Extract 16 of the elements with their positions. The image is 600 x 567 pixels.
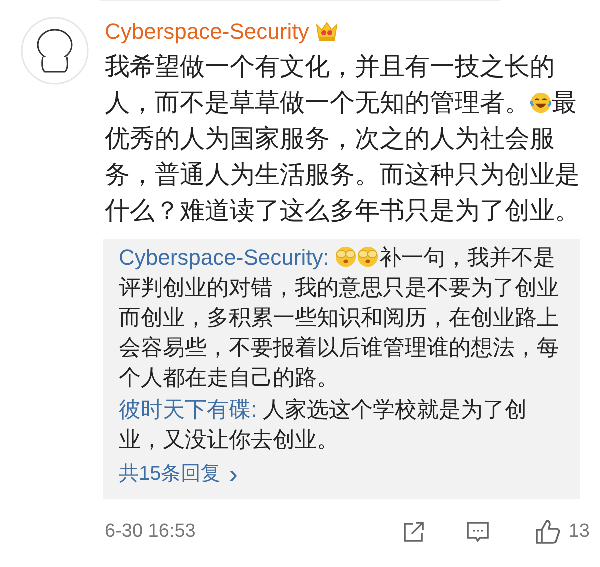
comment-icon[interactable] [466,520,490,544]
more-replies-link[interactable]: 共15条回复 › [119,459,238,489]
reply-author[interactable]: 彼时天下有碟: [119,397,258,422]
timestamp: 6-30 16:53 [105,520,196,544]
reply-text: 彼时天下有碟: 人家选这个学校就是为了创业，又没让你去创业。 [119,396,528,454]
username[interactable]: Cyberspace-Security [105,14,310,48]
reply-author[interactable]: Cyberspace-Security: [119,245,330,270]
hands-over-eyes-emoji-icon [357,246,380,268]
share-icon[interactable] [402,520,426,544]
laughing-emoji-icon [530,92,552,114]
reply-text: Cyberspace-Security: 补一句，我并不是评判创业的对错，我的意思只是不要为了创业而创业，多积累一些知识和阅历，在创业路上会容易些，不要报着以后谁管理谁的想法，每个人都在走自己的路。 [119,244,560,392]
like-count: 13 [568,520,590,544]
hands-over-eyes-emoji-icon [335,246,358,268]
avatar-icon [21,17,89,85]
thumbs-up-icon[interactable] [534,519,561,545]
comment-text: 我希望做一个有文化，并且有一技之长的 人，而不是草草做一个无知的管理者。 最 优秀的人为国家服务，次之的人为社会服 务，普通人为生活服务。而这种只为创业是 什么？难道读了这么多年书只是为了创业。 [105,52,581,227]
